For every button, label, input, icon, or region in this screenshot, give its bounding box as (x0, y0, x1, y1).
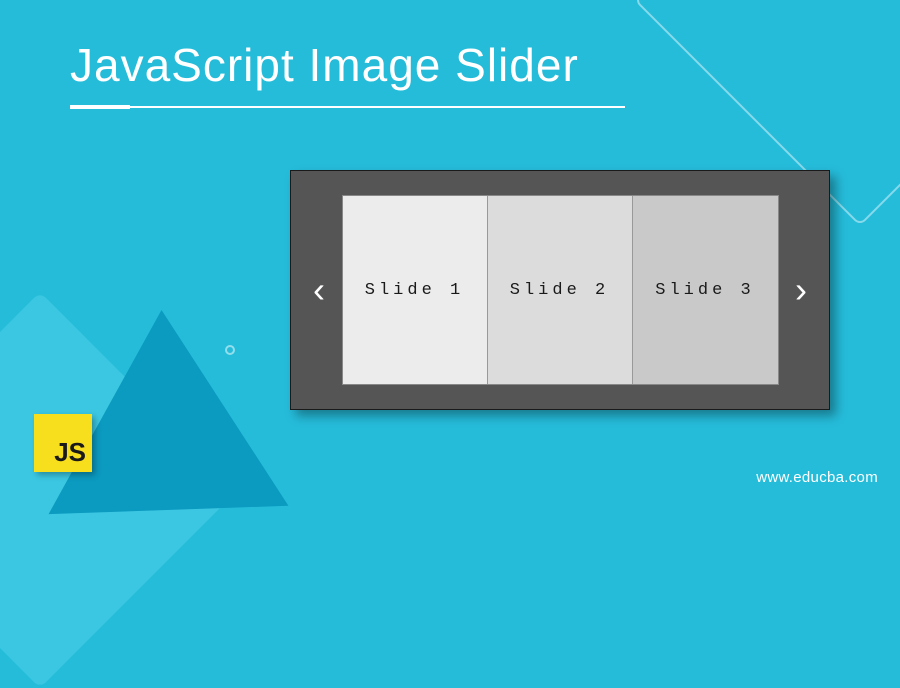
slide-1[interactable]: Slide 1 (343, 196, 488, 384)
bg-decor-circle (225, 345, 235, 355)
slide-label: Slide 3 (655, 281, 754, 300)
slide-2[interactable]: Slide 2 (488, 196, 633, 384)
javascript-logo: JS (34, 414, 92, 472)
page-title-block: JavaScript Image Slider (70, 38, 625, 108)
js-logo-text: JS (54, 437, 86, 468)
slide-label: Slide 2 (510, 281, 609, 300)
slide-3[interactable]: Slide 3 (633, 196, 778, 384)
slide-label: Slide 1 (365, 281, 464, 300)
bg-decor-triangle (42, 306, 289, 514)
title-underline (70, 106, 625, 108)
slides-track: Slide 1 Slide 2 Slide 3 (342, 195, 779, 385)
page-title: JavaScript Image Slider (70, 38, 625, 92)
prev-arrow-icon[interactable]: ‹ (305, 269, 333, 311)
footer-url: www.educba.com (756, 469, 878, 486)
next-arrow-icon[interactable]: › (787, 269, 815, 311)
image-slider: ‹ Slide 1 Slide 2 Slide 3 › (290, 170, 830, 410)
